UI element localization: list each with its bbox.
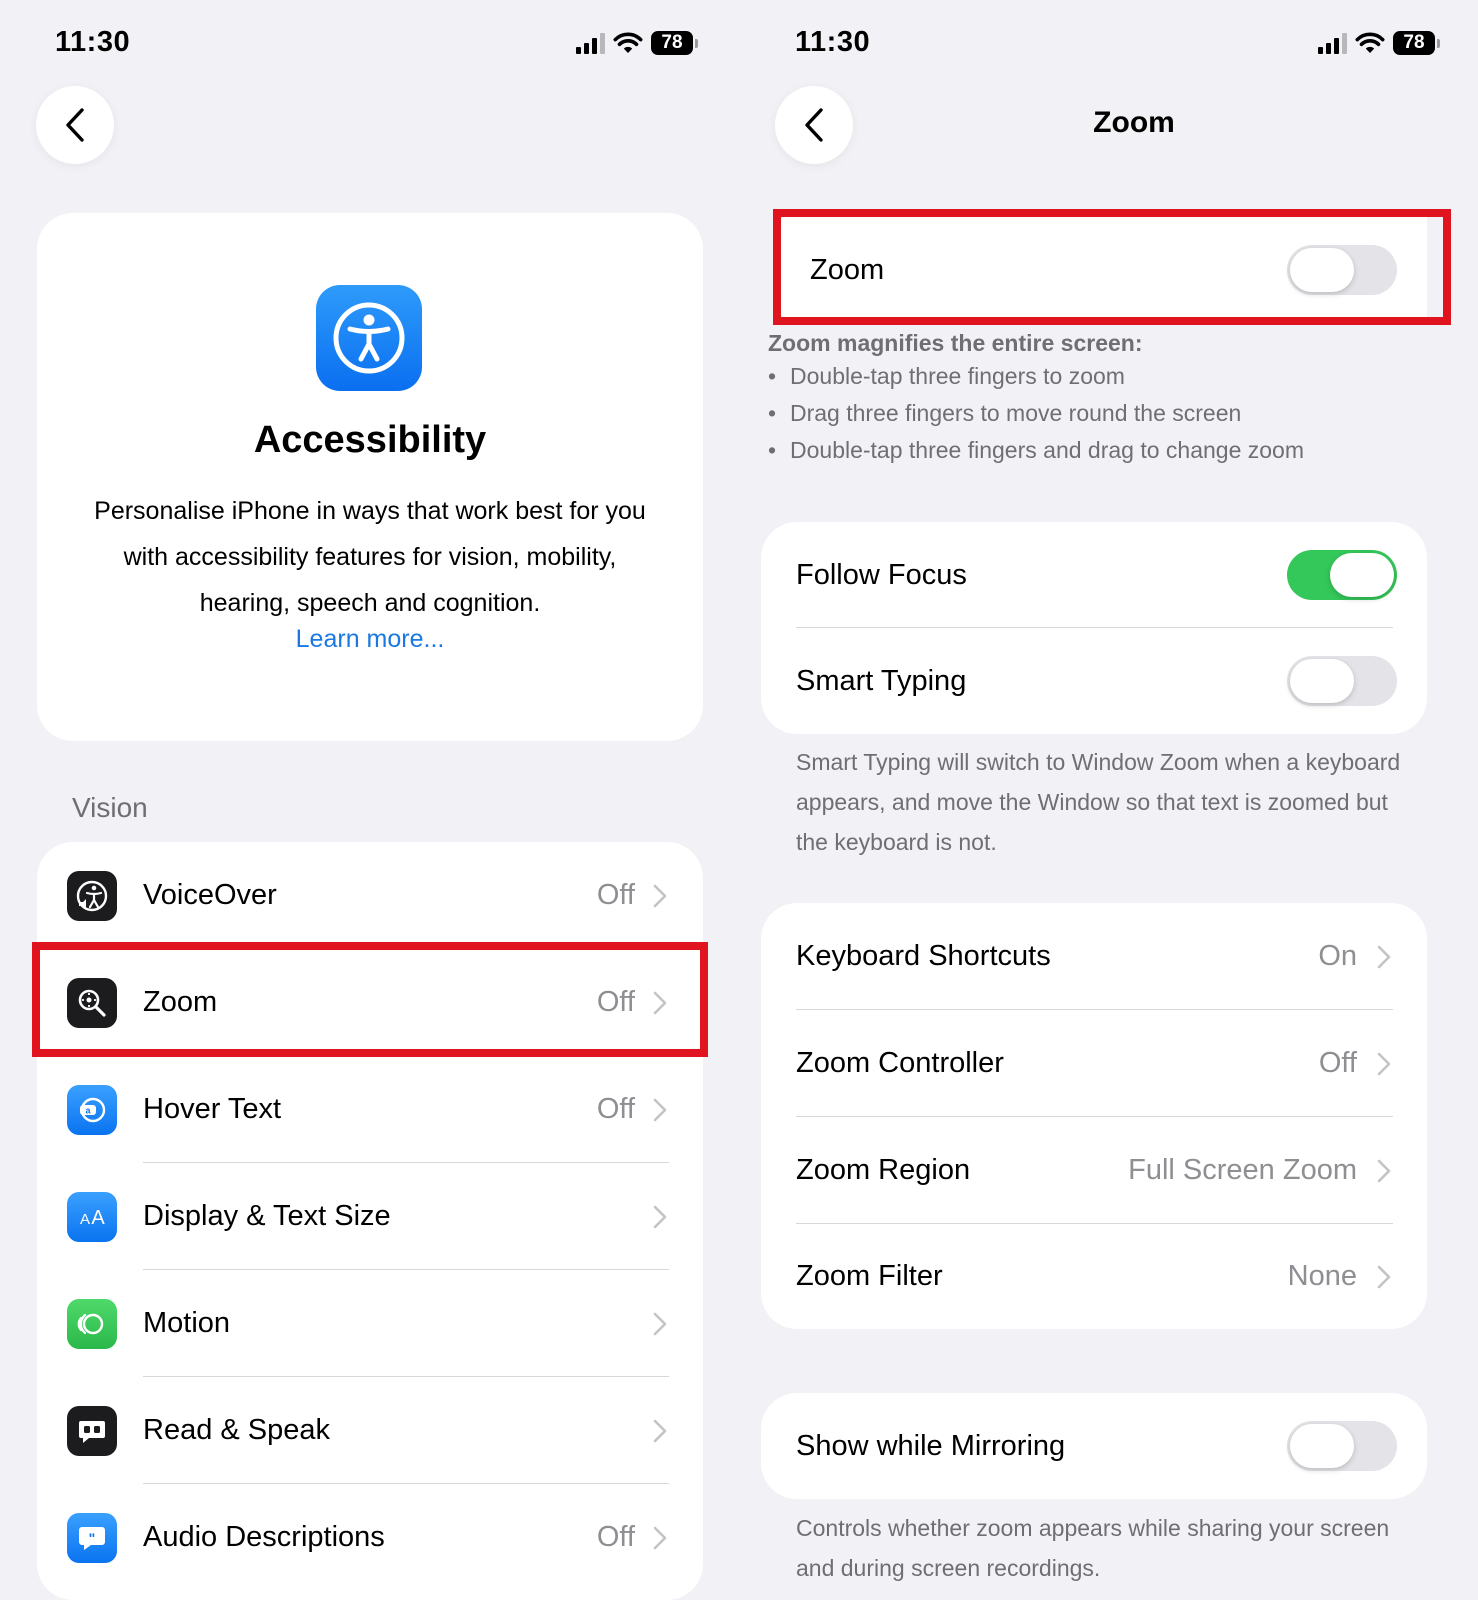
list-item-value: Off	[596, 1093, 635, 1125]
accessibility-hero-card: Accessibility Personalise iPhone in ways…	[37, 213, 703, 741]
learn-more-link[interactable]: Learn more...	[37, 625, 703, 654]
bullet-text: Drag three fingers to move round the scr…	[790, 400, 1242, 426]
motion-icon	[67, 1298, 117, 1349]
status-icons: 78	[576, 28, 698, 58]
text-size-icon: A A	[67, 1191, 117, 1242]
chevron-right-icon	[653, 1312, 667, 1335]
mirroring-toggle[interactable]	[1287, 1421, 1397, 1471]
chevron-right-icon	[1377, 1159, 1391, 1182]
chevron-right-icon	[1377, 1265, 1391, 1288]
chevron-right-icon	[653, 884, 667, 907]
chevron-right-icon	[1377, 945, 1391, 968]
battery-level: 78	[651, 31, 693, 55]
status-time: 11:30	[55, 26, 131, 58]
focus-options-card: Follow Focus Smart Typing	[761, 522, 1427, 734]
back-button[interactable]	[36, 86, 114, 164]
list-item-voiceover[interactable]: VoiceOver Off	[37, 842, 703, 949]
list-item-label: Audio Descriptions	[143, 1521, 385, 1553]
chevron-left-icon	[66, 108, 84, 142]
audio-descriptions-icon: "	[67, 1512, 117, 1563]
mirroring-footer: Controls whether zoom appears while shar…	[796, 1515, 1390, 1581]
hero-description: Personalise iPhone in ways that work bes…	[94, 497, 646, 617]
svg-text:": "	[89, 1530, 96, 1546]
smart-typing-toggle[interactable]	[1287, 656, 1397, 706]
svg-text:A: A	[91, 1207, 105, 1229]
chevron-right-icon	[653, 1098, 667, 1121]
list-item-display-text-size[interactable]: A A Display & Text Size	[37, 1163, 703, 1270]
list-item: • Double-tap three fingers and drag to ch…	[768, 432, 1408, 469]
accessibility-icon	[316, 285, 422, 391]
list-item-label: Zoom Controller	[796, 1047, 1004, 1079]
list-item-value: None	[1287, 1260, 1357, 1292]
status-time: 11:30	[795, 26, 871, 58]
list-item-label: Motion	[143, 1307, 231, 1339]
list-item-motion[interactable]: Motion	[37, 1270, 703, 1377]
zoom-highlight-box	[32, 942, 708, 1057]
mirroring-row: Show while Mirroring	[761, 1393, 1427, 1499]
mirroring-label: Show while Mirroring	[796, 1429, 1066, 1462]
wifi-icon	[613, 32, 643, 53]
list-item-zoom-controller[interactable]: Zoom Controller Off	[761, 1010, 1427, 1117]
follow-focus-label: Follow Focus	[796, 558, 967, 591]
accessibility-screen: 11:30 78 Accessibility Personalise iPhon…	[0, 0, 738, 1600]
list-item: • Double-tap three fingers to zoom	[768, 358, 1408, 395]
list-item-value: Off	[596, 879, 635, 911]
chevron-right-icon	[653, 1205, 667, 1228]
chevron-right-icon	[1377, 1052, 1391, 1075]
list-item-label: Display & Text Size	[143, 1200, 391, 1232]
battery-level: 78	[1393, 31, 1435, 55]
list-item-hover-text[interactable]: a Hover Text Off	[37, 1056, 703, 1163]
list-item: • Drag three fingers to move round the sc…	[768, 395, 1408, 432]
list-item-value: Full Screen Zoom	[1128, 1154, 1357, 1186]
read-speak-icon	[67, 1405, 117, 1456]
smart-typing-footer: Smart Typing will switch to Window Zoom …	[796, 749, 1401, 855]
zoom-toggle-highlight-box	[773, 209, 1451, 325]
chevron-right-icon	[653, 1526, 667, 1549]
zoom-settings-screen: 11:30 78 Zoom Zoom Zoom magnifies the en…	[740, 0, 1478, 1600]
list-item-value: Off	[1318, 1047, 1357, 1079]
follow-focus-toggle[interactable]	[1287, 550, 1397, 600]
bullet-text: Double-tap three fingers and drag to cha…	[790, 437, 1304, 463]
list-item-label: Keyboard Shortcuts	[796, 940, 1051, 972]
list-item-label: Hover Text	[143, 1093, 282, 1125]
follow-focus-row: Follow Focus	[761, 522, 1427, 628]
zoom-description-heading: Zoom magnifies the entire screen:	[768, 330, 1143, 356]
list-item-label: VoiceOver	[143, 879, 277, 911]
cellular-signal-icon	[1318, 32, 1347, 54]
list-item-value: Off	[596, 1521, 635, 1553]
page-title: Zoom	[1093, 106, 1175, 139]
chevron-right-icon	[653, 1419, 667, 1442]
list-item-zoom-region[interactable]: Zoom Region Full Screen Zoom	[761, 1117, 1427, 1224]
svg-text:A: A	[80, 1211, 90, 1228]
list-item-read-speak[interactable]: Read & Speak	[37, 1377, 703, 1484]
battery-icon: 78	[1393, 31, 1440, 55]
list-item-label: Zoom Filter	[796, 1260, 943, 1292]
hover-text-icon: a	[67, 1084, 117, 1135]
bullet-text: Double-tap three fingers to zoom	[790, 363, 1125, 389]
cellular-signal-icon	[576, 32, 605, 54]
zoom-description: Zoom magnifies the entire screen: • Doubl…	[768, 328, 1408, 469]
list-item-zoom-filter[interactable]: Zoom Filter None	[761, 1224, 1427, 1329]
list-item-value: On	[1318, 940, 1357, 972]
mirroring-card: Show while Mirroring	[761, 1393, 1427, 1499]
smart-typing-label: Smart Typing	[796, 664, 967, 697]
list-item-keyboard-shortcuts[interactable]: Keyboard Shortcuts On	[761, 903, 1427, 1010]
page-title: Accessibility	[253, 419, 487, 461]
list-item-label: Zoom Region	[796, 1154, 971, 1186]
smart-typing-row: Smart Typing	[761, 628, 1427, 734]
section-header-vision: Vision	[72, 792, 148, 823]
status-icons: 78	[1318, 28, 1440, 58]
battery-icon: 78	[651, 31, 698, 55]
zoom-settings-list: Keyboard Shortcuts On Zoom Controller Of…	[761, 903, 1427, 1329]
wifi-icon	[1355, 32, 1385, 53]
list-item-audio-descriptions[interactable]: " Audio Descriptions Off	[37, 1484, 703, 1591]
list-item-label: Read & Speak	[143, 1414, 331, 1446]
voiceover-icon	[67, 870, 117, 921]
